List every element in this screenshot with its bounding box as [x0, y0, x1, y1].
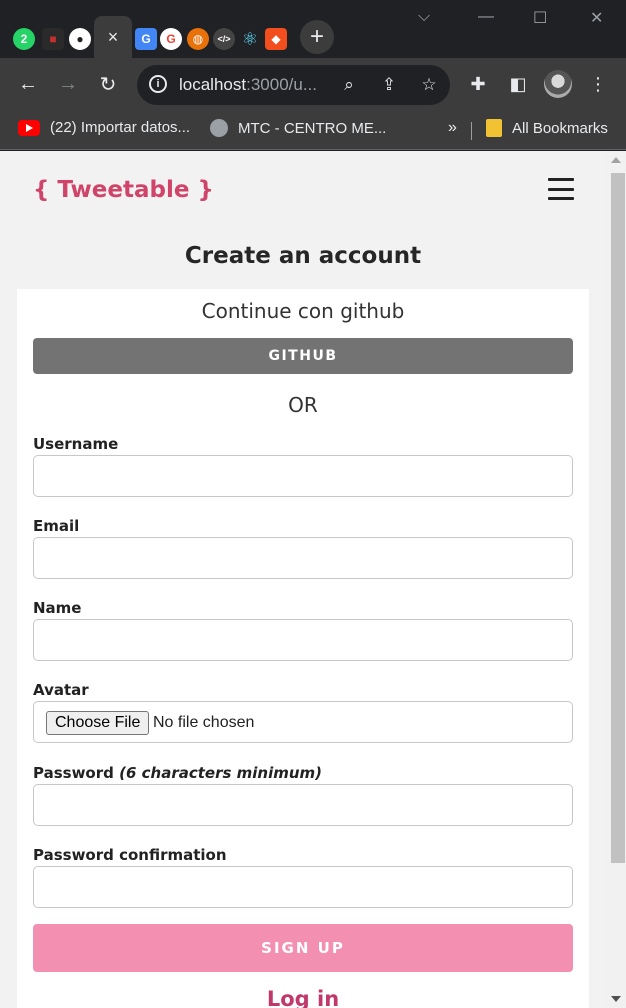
youtube-icon — [18, 119, 40, 136]
globe-icon — [210, 119, 228, 137]
tab-strip: 2 ■ ● × G G ◍ </> ⚛ ◆ + ⌵ — ☐ ✕ — [0, 0, 626, 58]
bookmarks-bar: (22) Importar datos... MTC - CENTRO ME..… — [0, 110, 626, 150]
tab-react[interactable]: ⚛ — [236, 20, 264, 58]
google-icon: G — [160, 28, 182, 50]
address-bar[interactable]: i localhost:3000/u... ⌕ ⇪ ☆ — [137, 65, 450, 105]
file-status-text: No file chosen — [153, 714, 255, 731]
name-input[interactable] — [33, 619, 573, 661]
bookmarks-divider — [471, 122, 472, 140]
close-tab-icon[interactable]: × — [108, 27, 119, 48]
minimize-icon[interactable]: — — [478, 8, 494, 26]
tab-google-translate[interactable]: G — [132, 20, 160, 58]
basketball-icon: ◍ — [187, 28, 209, 50]
password-label-text: Password — [33, 764, 114, 782]
app-logo[interactable]: { Tweetable } — [33, 177, 214, 203]
tab-code[interactable]: </> — [210, 20, 238, 58]
code-icon: </> — [213, 28, 235, 50]
email-input[interactable] — [33, 537, 573, 579]
page-scrollbar[interactable] — [606, 151, 626, 1008]
folder-icon — [486, 119, 502, 137]
tab-active[interactable]: × — [94, 16, 132, 58]
react-icon: ⚛ — [241, 28, 259, 49]
sign-up-button[interactable]: SIGN UP — [33, 924, 573, 972]
github-button[interactable]: GITHUB — [33, 338, 573, 374]
signup-card: Continue con github GITHUB OR Username E… — [17, 289, 589, 1008]
notion-icon: ■ — [42, 28, 64, 50]
new-tab-button[interactable]: + — [300, 20, 334, 54]
password-confirmation-input[interactable] — [33, 866, 573, 908]
close-window-icon[interactable]: ✕ — [590, 8, 603, 28]
page-viewport: { Tweetable } Create an account Continue… — [0, 151, 626, 1008]
all-bookmarks-label: All Bookmarks — [512, 119, 608, 137]
choose-file-button[interactable]: Choose File — [46, 711, 150, 735]
all-bookmarks-button[interactable]: All Bookmarks — [486, 119, 608, 137]
back-icon[interactable]: ← — [14, 70, 42, 98]
extensions-icon[interactable]: ✚ — [464, 70, 492, 98]
tab-basketball[interactable]: ◍ — [184, 20, 212, 58]
site-info-icon[interactable]: i — [149, 75, 167, 93]
bookmark-youtube[interactable]: (22) Importar datos... — [18, 119, 190, 136]
continue-with-github-text: Continue con github — [201, 299, 405, 323]
bookmarks-overflow-button[interactable]: » — [448, 119, 457, 137]
password-label: Password (6 characters minimum) — [33, 764, 322, 782]
bookmark-label: MTC - CENTRO ME... — [238, 119, 387, 137]
or-divider: OR — [288, 393, 318, 417]
password-input[interactable] — [33, 784, 573, 826]
tab-notion[interactable]: ■ — [39, 20, 67, 58]
email-label: Email — [33, 517, 80, 535]
tab-figma[interactable]: ◆ — [262, 20, 290, 58]
password-confirmation-label: Password confirmation — [33, 846, 227, 864]
google-translate-icon: G — [135, 28, 157, 50]
tab-google[interactable]: G — [157, 20, 185, 58]
scroll-down-arrow-icon[interactable] — [611, 996, 621, 1002]
password-hint: (6 characters minimum) — [119, 764, 323, 782]
menu-kebab-icon[interactable]: ⋮ — [584, 70, 612, 98]
side-panel-icon[interactable]: ◧ — [504, 70, 532, 98]
address-url[interactable]: localhost:3000/u... — [179, 75, 317, 95]
bookmark-mtc[interactable]: MTC - CENTRO ME... — [210, 119, 386, 137]
reload-icon[interactable]: ↻ — [94, 70, 122, 98]
bookmark-star-icon[interactable]: ☆ — [417, 73, 441, 97]
log-in-link[interactable]: Log in — [17, 987, 589, 1008]
avatar-label: Avatar — [33, 681, 89, 699]
zoom-icon[interactable]: ⌕ — [337, 73, 361, 97]
tab-search-icon[interactable]: ⌵ — [418, 8, 430, 26]
username-label: Username — [33, 435, 119, 453]
page-title: Create an account — [184, 243, 422, 269]
maximize-icon[interactable]: ☐ — [533, 8, 547, 28]
forward-icon[interactable]: → — [54, 70, 82, 98]
username-input[interactable] — [33, 455, 573, 497]
avatar-file-input[interactable]: Choose File No file chosen — [33, 701, 573, 743]
tab-whatsapp[interactable]: 2 — [10, 20, 38, 58]
hamburger-menu-icon[interactable] — [548, 178, 574, 200]
browser-toolbar: ← → ↻ i localhost:3000/u... ⌕ ⇪ ☆ ✚ ◧ ⋮ — [0, 58, 626, 110]
github-icon: ● — [69, 28, 91, 50]
bookmark-label: (22) Importar datos... — [50, 119, 191, 136]
scrollbar-thumb[interactable] — [611, 173, 625, 863]
whatsapp-icon: 2 — [13, 28, 35, 50]
figma-icon: ◆ — [265, 28, 287, 50]
share-icon[interactable]: ⇪ — [377, 73, 401, 97]
name-label: Name — [33, 599, 82, 617]
tab-github[interactable]: ● — [66, 20, 94, 58]
scroll-up-arrow-icon[interactable] — [611, 157, 621, 163]
profile-avatar[interactable] — [544, 70, 572, 98]
